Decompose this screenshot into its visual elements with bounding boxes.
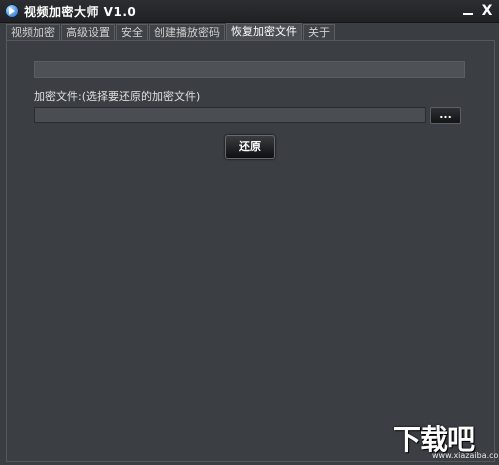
watermark-url: www.xiazaiba.com <box>432 451 499 460</box>
tab-restore-encrypted-file[interactable]: 恢复加密文件 <box>226 23 302 41</box>
minimize-button[interactable] <box>460 3 476 19</box>
close-button[interactable]: X <box>479 3 495 19</box>
tab-about[interactable]: 关于 <box>303 24 335 40</box>
restore-button[interactable]: 还原 <box>225 135 275 159</box>
app-icon <box>5 4 19 18</box>
tab-video-encrypt[interactable]: 视频加密 <box>6 24 60 40</box>
title-bar: 视频加密大师 V1.0 X <box>0 0 499 23</box>
encrypted-file-path-input[interactable] <box>34 107 426 123</box>
window-title: 视频加密大师 V1.0 <box>24 5 137 19</box>
progress-bar <box>34 61 465 78</box>
tab-create-play-password[interactable]: 创建播放密码 <box>149 24 225 40</box>
encrypted-file-label: 加密文件:(选择要还原的加密文件) <box>34 90 201 103</box>
tab-bar: 视频加密 高级设置 安全 创建播放密码 恢复加密文件 关于 <box>6 23 336 41</box>
tab-security[interactable]: 安全 <box>116 24 148 40</box>
browse-button[interactable]: ... <box>430 107 461 124</box>
tab-advanced-settings[interactable]: 高级设置 <box>61 24 115 40</box>
watermark: 下载吧 www.xiazaiba.com <box>393 418 499 462</box>
